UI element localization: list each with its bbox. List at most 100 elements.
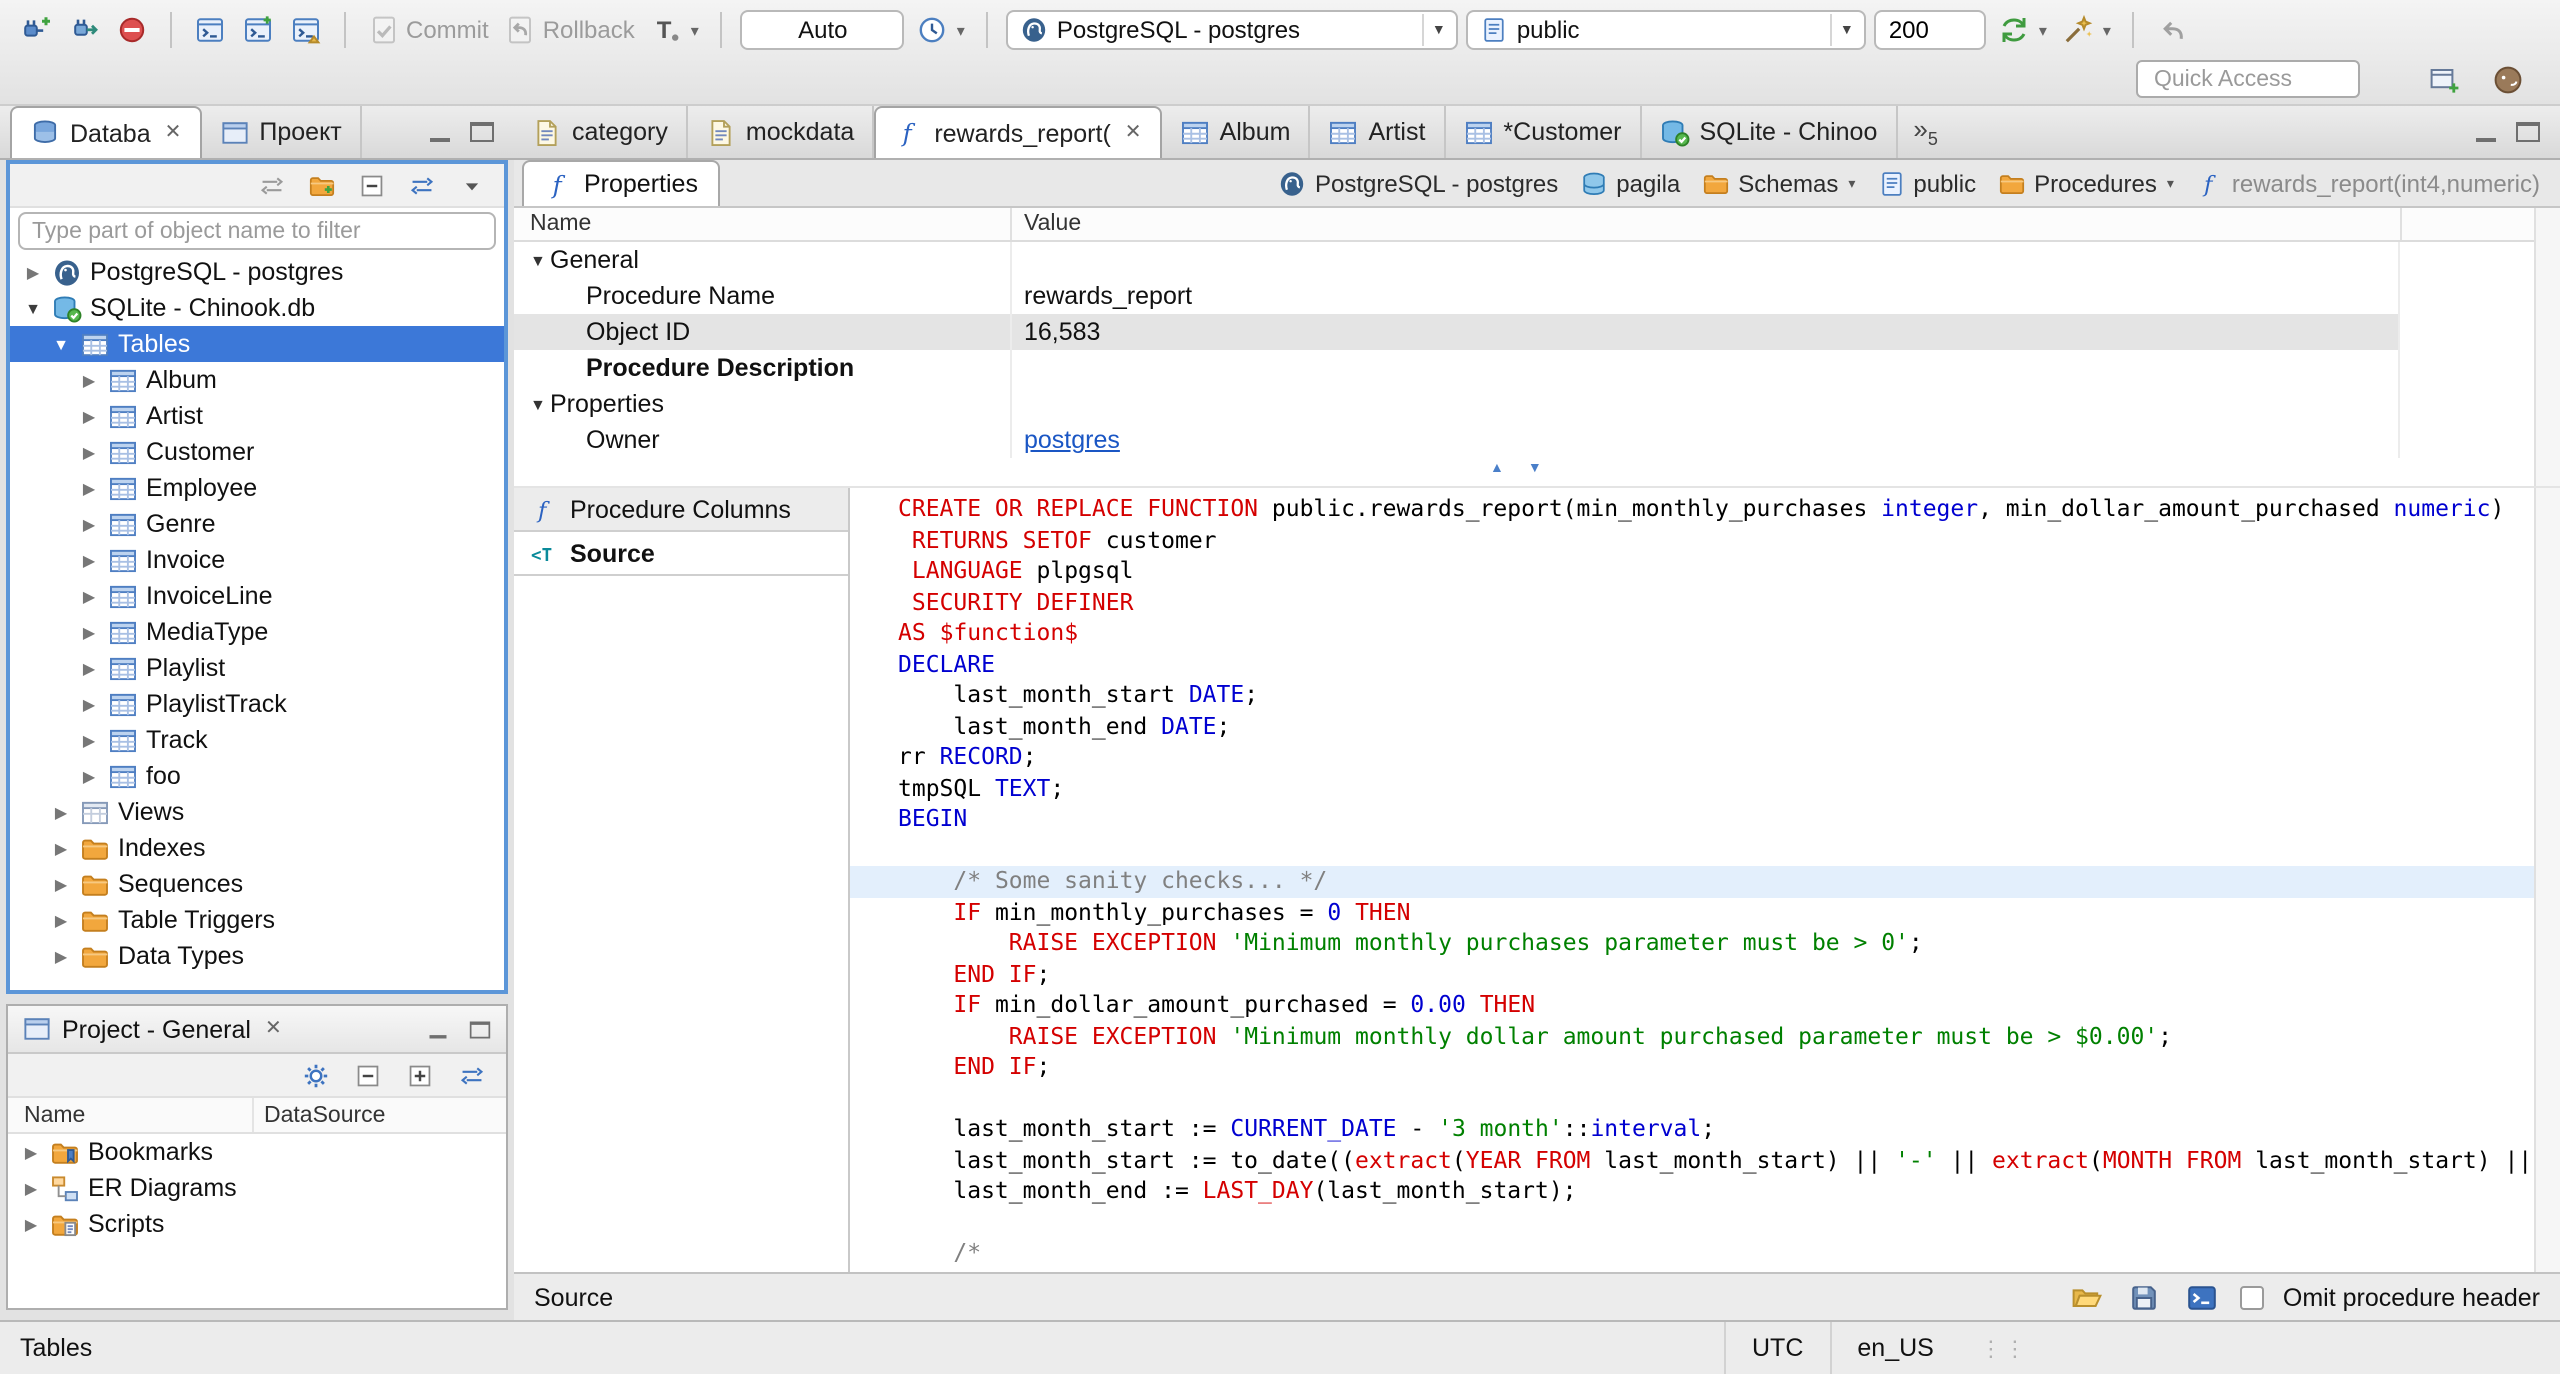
tab-overflow-button[interactable]: »5: [1913, 114, 1938, 149]
expand-twisty-icon[interactable]: ▶: [50, 803, 72, 821]
expand-twisty-icon[interactable]: ▶: [50, 947, 72, 965]
quick-access-input[interactable]: [2136, 60, 2360, 98]
column-header-datasource[interactable]: DataSource: [252, 1098, 506, 1132]
property-row-object-id[interactable]: Object ID 16,583: [514, 314, 2398, 350]
expand-twisty-icon[interactable]: ▶: [78, 371, 100, 389]
expand-twisty-icon[interactable]: ▶: [78, 479, 100, 497]
breadcrumb-item-postgresql-postgres[interactable]: PostgreSQL - postgres: [1279, 169, 1558, 197]
column-header-value[interactable]: Value: [1010, 208, 2400, 240]
collapse-twisty-icon[interactable]: ▼: [530, 395, 550, 413]
editor-tab-mockdata[interactable]: mockdata: [688, 106, 875, 158]
expand-twisty-icon[interactable]: ▶: [20, 1143, 42, 1161]
rollback-button[interactable]: Rollback: [501, 12, 639, 48]
expand-twisty-icon[interactable]: ▶: [78, 659, 100, 677]
breadcrumb-item-schemas[interactable]: Schemas ▾: [1702, 169, 1855, 197]
properties-scrollbar[interactable]: [2534, 208, 2560, 486]
tree-item-foo[interactable]: ▶ foo: [10, 758, 504, 794]
breadcrumb-item-public[interactable]: public: [1877, 169, 1976, 197]
tree-item-playlist[interactable]: ▶ Playlist: [10, 650, 504, 686]
transaction-mode-button[interactable]: T ▾: [647, 12, 703, 48]
link-with-editor-button[interactable]: [404, 169, 440, 201]
sql-editor-button[interactable]: [190, 12, 230, 48]
tree-item-views[interactable]: ▶ Views: [10, 794, 504, 830]
tree-item-track[interactable]: ▶ Track: [10, 722, 504, 758]
connection-combo[interactable]: PostgreSQL - postgres ▼: [1006, 10, 1459, 50]
schema-combo[interactable]: public ▼: [1466, 10, 1867, 50]
tree-item-indexes[interactable]: ▶ Indexes: [10, 830, 504, 866]
tree-item-postgresql-postgres[interactable]: ▶ PostgreSQL - postgres: [10, 254, 504, 290]
connect-button[interactable]: [64, 12, 104, 48]
editor-tab-sqlite-chinoo[interactable]: SQLite - Chinoo: [1642, 106, 1898, 158]
collapse-all-button[interactable]: [354, 169, 390, 201]
tree-item-table-triggers[interactable]: ▶ Table Triggers: [10, 902, 504, 938]
tree-item-album[interactable]: ▶ Album: [10, 362, 504, 398]
new-folder-button[interactable]: [304, 169, 340, 201]
property-value[interactable]: postgres: [1024, 426, 1120, 454]
editor-tab-artist[interactable]: Artist: [1310, 106, 1446, 158]
subtab-procedure-columns[interactable]: f Procedure Columns: [514, 488, 848, 532]
expand-twisty-icon[interactable]: ▶: [78, 407, 100, 425]
source-scrollbar[interactable]: [2534, 488, 2560, 1272]
editor-tab-rewards-report[interactable]: f rewards_report(✕: [874, 106, 1162, 158]
expand-twisty-icon[interactable]: ▶: [78, 623, 100, 641]
editor-tab-category[interactable]: category: [514, 106, 688, 158]
locale-indicator[interactable]: en_US: [1829, 1322, 1959, 1374]
panel-tab-databa[interactable]: Databa ✕: [10, 106, 202, 158]
tree-item-customer[interactable]: ▶ Customer: [10, 434, 504, 470]
maximize-button[interactable]: [2516, 122, 2540, 142]
column-header-name[interactable]: Name: [514, 208, 1010, 240]
breadcrumb-item-procedures[interactable]: Procedures ▾: [1998, 169, 2174, 197]
property-row-procedure-description[interactable]: Procedure Description: [514, 350, 2398, 386]
expand-twisty-icon[interactable]: ▶: [50, 875, 72, 893]
close-icon[interactable]: ✕: [165, 122, 182, 144]
minimize-button[interactable]: [428, 1021, 448, 1038]
expand-twisty-icon[interactable]: ▶: [78, 515, 100, 533]
undo-button[interactable]: [2153, 12, 2193, 48]
new-connection-button[interactable]: [16, 12, 56, 48]
auto-refresh-button[interactable]: ▾: [1995, 12, 2051, 48]
close-icon[interactable]: ✕: [265, 1018, 282, 1040]
expand-twisty-icon[interactable]: ▶: [78, 551, 100, 569]
fetch-size-input[interactable]: [1874, 10, 1987, 50]
project-item-er-diagrams[interactable]: ▶ ER Diagrams: [8, 1170, 506, 1206]
close-icon[interactable]: ✕: [1125, 122, 1142, 144]
tree-item-invoiceline[interactable]: ▶ InvoiceLine: [10, 578, 504, 614]
tree-item-artist[interactable]: ▶ Artist: [10, 398, 504, 434]
view-menu-button[interactable]: [454, 169, 490, 201]
expand-splitter-icon[interactable]: ▲: [1490, 462, 1504, 476]
expand-twisty-icon[interactable]: ▶: [78, 587, 100, 605]
tree-item-mediatype[interactable]: ▶ MediaType: [10, 614, 504, 650]
breadcrumb-item-rewards-report-int4-numeric[interactable]: f rewards_report(int4,numeric): [2196, 169, 2540, 197]
property-row-owner[interactable]: Owner postgres: [514, 422, 2398, 458]
project-item-bookmarks[interactable]: ▶ Bookmarks: [8, 1134, 506, 1170]
transaction-log-button[interactable]: ▾: [913, 12, 969, 48]
persist-button[interactable]: [2183, 1279, 2223, 1315]
tree-item-data-types[interactable]: ▶ Data Types: [10, 938, 504, 974]
expand-twisty-icon[interactable]: ▶: [78, 695, 100, 713]
panel-tab-проект[interactable]: Проект: [201, 106, 362, 158]
expand-twisty-icon[interactable]: ▶: [20, 1215, 42, 1233]
tree-item-sequences[interactable]: ▶ Sequences: [10, 866, 504, 902]
disconnect-button[interactable]: [112, 12, 152, 48]
source-editor[interactable]: CREATE OR REPLACE FUNCTION public.reward…: [850, 488, 2560, 1272]
project-settings-button[interactable]: [298, 1059, 334, 1091]
minimize-button[interactable]: [428, 122, 452, 142]
tab-properties[interactable]: f Properties: [522, 160, 720, 206]
property-row-general[interactable]: ▼ General: [514, 242, 2398, 278]
collapse-twisty-icon[interactable]: ▼: [22, 299, 44, 317]
collapse-all-button[interactable]: [350, 1059, 386, 1091]
expand-twisty-icon[interactable]: ▶: [22, 263, 44, 281]
mock-data-button[interactable]: ▾: [2059, 12, 2115, 48]
collapse-twisty-icon[interactable]: ▼: [530, 251, 550, 269]
link-with-editor-button[interactable]: [454, 1059, 490, 1091]
dbeaver-perspective-button[interactable]: [2488, 61, 2528, 97]
project-item-scripts[interactable]: ▶ Scripts: [8, 1206, 506, 1242]
collapse-twisty-icon[interactable]: ▼: [50, 335, 72, 353]
expand-twisty-icon[interactable]: ▶: [20, 1179, 42, 1197]
expand-twisty-icon[interactable]: ▶: [78, 767, 100, 785]
expand-twisty-icon[interactable]: ▶: [50, 911, 72, 929]
tree-item-employee[interactable]: ▶ Employee: [10, 470, 504, 506]
commit-button[interactable]: Commit: [364, 12, 493, 48]
expand-twisty-icon[interactable]: ▶: [78, 731, 100, 749]
open-perspective-button[interactable]: [2424, 61, 2464, 97]
